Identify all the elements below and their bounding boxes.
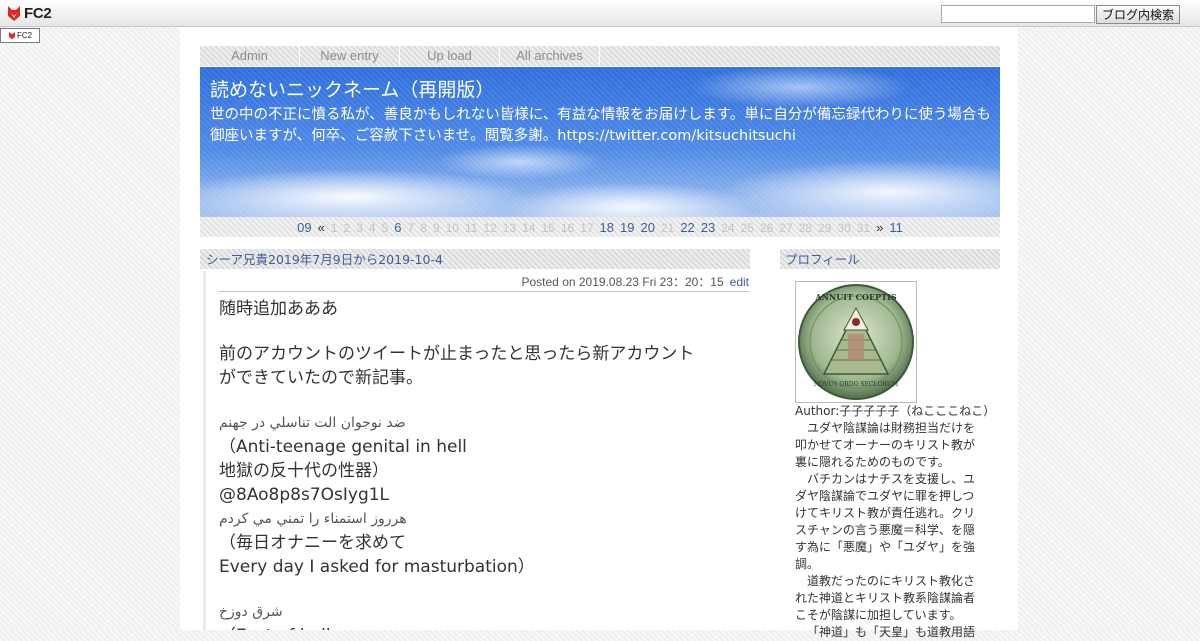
- entry-line: @8Ao8p8s7OsIyg1L: [219, 485, 390, 505]
- entry-posted-date: Posted on 2019.08.23 Fri 23：20：15: [521, 275, 724, 289]
- blog-title[interactable]: 読めないニックネーム（再開版）: [210, 75, 494, 102]
- calendar-day: 25: [740, 220, 754, 235]
- calendar-day[interactable]: 23: [701, 220, 715, 235]
- fc2-mini-fox-icon: [8, 31, 15, 40]
- blog-description: 世の中の不正に憤る私が、善良かもしれない皆様に、有益な情報をお届けします。単に自…: [210, 107, 991, 144]
- blog-search-button[interactable]: ブログ内検索: [1096, 5, 1180, 24]
- fc2-logo-text: FC2: [24, 4, 52, 22]
- calendar-strip: 09 « 1 2 3 4 5 6 7 8 9 10 11 12 13 14 15 16 17 18 19 20 21 22…: [200, 217, 1000, 237]
- calendar-next-arrow: »: [876, 219, 884, 235]
- calendar-day: 27: [779, 220, 793, 235]
- entry-line: Every day I asked for masturbation）: [219, 557, 535, 577]
- blog-container: Admin New entry Up load All archives 読めな…: [180, 27, 1018, 639]
- calendar-day[interactable]: 20: [640, 220, 654, 235]
- calendar-day: 28: [798, 220, 813, 235]
- entry-title-link[interactable]: シーア兄貴2019年7月9日から2019-10-4: [206, 249, 443, 270]
- nav-admin[interactable]: Admin: [200, 46, 300, 66]
- fc2-fox-icon: [8, 5, 20, 21]
- profile-title: プロフィール: [785, 252, 860, 267]
- profile-paragraph-4: 「神道」も「天皇」も道教用語: [807, 625, 976, 639]
- fc2-logo[interactable]: FC2: [6, 4, 52, 22]
- entry-line-arabic: هرروز استمناء را تمني مي كردم: [219, 511, 407, 527]
- calendar-day: 21: [660, 220, 675, 235]
- nav-all-archives[interactable]: All archives: [500, 46, 600, 66]
- nav-upload[interactable]: Up load: [400, 46, 500, 66]
- entry-line: 前のアカウントのツイートが止まったと思ったら新アカウント: [219, 344, 695, 364]
- calendar-day: 7: [407, 220, 415, 235]
- fc2-toolbar: FC2 ブログ内検索: [0, 0, 1200, 27]
- calendar-day[interactable]: 19: [620, 220, 634, 235]
- fc2-mini-badge[interactable]: FC2: [0, 28, 40, 43]
- calendar-prev-month[interactable]: 09: [297, 220, 311, 235]
- entry-posted-line: Posted on 2019.08.23 Fri 23：20：15 edit: [218, 274, 749, 292]
- great-seal-icon: ANNUIT COEPTIS NOVUS ORDO SECLORUM: [798, 284, 914, 400]
- fc2-mini-text: FC2: [16, 31, 33, 40]
- entry-line: 地獄の反十代の性器）: [219, 461, 389, 481]
- calendar-next-month[interactable]: 11: [889, 220, 903, 235]
- entry-title-bar: シーア兄貴2019年7月9日から2019-10-4: [200, 249, 750, 269]
- seal-top-text: ANNUIT COEPTIS: [814, 292, 896, 302]
- profile-paragraph-2: バチカンはナチスを支援し、ユダヤ陰謀論でユダヤに罪を押しつけてキリスト教が責任逃…: [795, 472, 976, 571]
- entry-edit-link[interactable]: edit: [730, 275, 749, 289]
- calendar-day: 9: [432, 220, 440, 235]
- profile-paragraph-3: 道教だったのにキリスト教化された神道とキリスト教系陰謀論者こそが陰謀に加担してい…: [795, 574, 976, 622]
- entry-blank-line: [219, 321, 739, 342]
- calendar-day: 17: [580, 220, 594, 235]
- calendar-day: 31: [856, 220, 871, 235]
- calendar-day: 4: [368, 220, 376, 235]
- blog-header: 読めないニックネーム（再開版） 世の中の不正に憤る私が、善良かもしれない皆様に、…: [200, 67, 1000, 217]
- calendar-day: 16: [560, 220, 575, 235]
- entry-line: （毎日オナニーを求めて: [219, 533, 406, 553]
- calendar-day: 5: [381, 220, 389, 235]
- calendar-day: 8: [420, 220, 427, 235]
- profile-avatar: ANNUIT COEPTIS NOVUS ORDO SECLORUM: [795, 281, 917, 403]
- entry-line-arabic: ضد نوجوان الت تناسلي در جهنم: [219, 415, 406, 431]
- nav-new-entry[interactable]: New entry: [300, 46, 400, 66]
- calendar-day: 1: [330, 220, 338, 235]
- calendar-days: 1 2 3 4 5 6 7 8 9 10 11 12 13 14 15 16 17 18 19 20 21 22 23 24 2…: [328, 220, 873, 235]
- entry-blank-line: [219, 579, 739, 600]
- calendar-day: 2: [343, 220, 351, 235]
- calendar-day: 30: [837, 220, 851, 235]
- calendar-day: 26: [759, 220, 774, 235]
- calendar-day: 15: [541, 220, 555, 235]
- calendar-day[interactable]: 6: [394, 220, 401, 235]
- profile-author: Author:子子子子子（ねこここねこ）: [795, 404, 996, 418]
- entry-content: 随時追加あああ前のアカウントのツイートが止まったと思ったら新アカウント ができてい…: [219, 297, 739, 630]
- profile-paragraph-1: ユダヤ陰謀論は財務担当だけを叩かせてオーナーのキリスト教が裏に隠れるためのもので…: [795, 421, 976, 469]
- calendar-day: 14: [522, 220, 536, 235]
- blog-search-input[interactable]: [941, 5, 1095, 23]
- entry-body: Posted on 2019.08.23 Fri 23：20：15 edit 随時…: [203, 271, 752, 630]
- entry-line: （East of hell: [219, 624, 739, 630]
- entry-line: ができていたので新記事。: [219, 368, 423, 388]
- calendar-day[interactable]: 22: [680, 220, 694, 235]
- entry-line-arabic: شرق دوزخ: [219, 604, 283, 620]
- calendar-day: 24: [721, 220, 735, 235]
- top-navigation: Admin New entry Up load All archives: [200, 46, 1000, 66]
- calendar-day: 10: [445, 220, 459, 235]
- entry-line: （Anti-teenage genital in hell: [219, 437, 467, 457]
- calendar-day: 11: [464, 220, 478, 235]
- calendar-day: 29: [818, 220, 832, 235]
- seal-bottom-text: NOVUS ORDO SECLORUM: [814, 381, 898, 388]
- calendar-day: 13: [502, 220, 517, 235]
- entry-line: 随時追加あああ: [219, 299, 338, 319]
- calendar-day: 12: [483, 220, 497, 235]
- entry-blank-line: [219, 390, 739, 411]
- calendar-day[interactable]: 18: [600, 220, 614, 235]
- calendar-day: 3: [356, 220, 363, 235]
- profile-title-bar: プロフィール: [780, 249, 1000, 269]
- profile-text: Author:子子子子子（ねこここねこ） ユダヤ陰謀論は財務担当だけを叩かせてオ…: [795, 403, 996, 641]
- calendar-prev-arrow: «: [317, 219, 325, 235]
